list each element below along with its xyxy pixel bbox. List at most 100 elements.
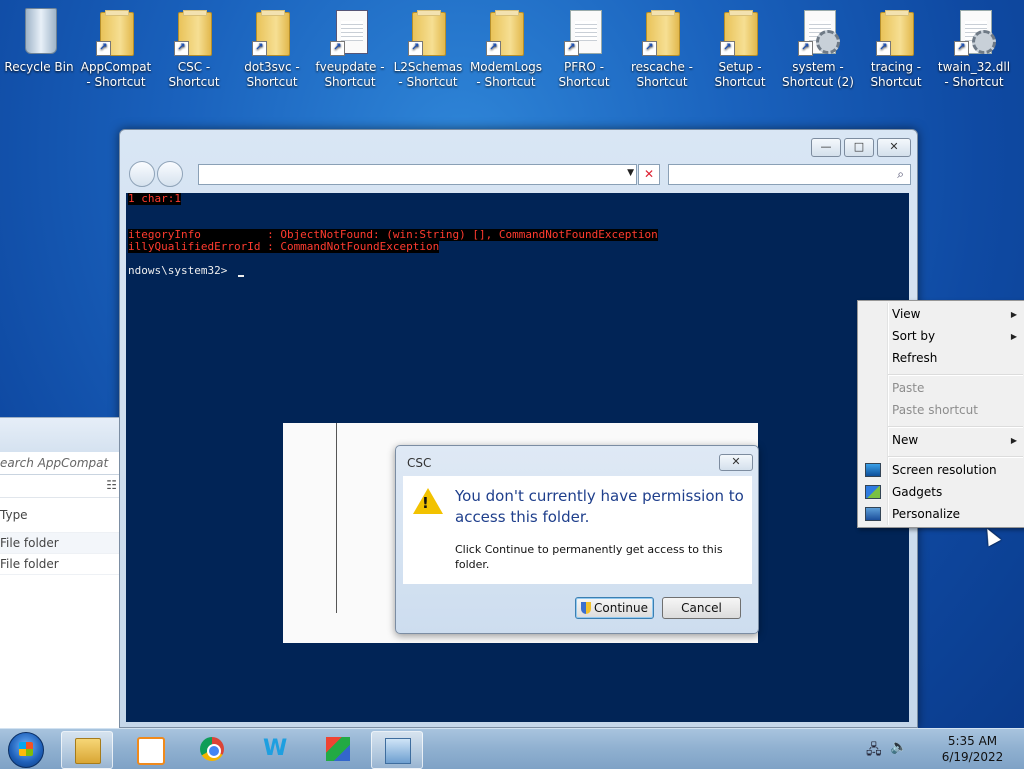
- volume-icon[interactable]: 🔈: [890, 739, 907, 755]
- dialog-title: CSC: [407, 456, 432, 470]
- ghost-edge: [336, 423, 337, 613]
- view-toolbar: ☷: [0, 475, 119, 498]
- close-button[interactable]: ✕: [877, 138, 911, 157]
- uac-shield-icon: [581, 602, 592, 614]
- system-tray: 🖧 🔈: [862, 739, 912, 759]
- desktop-icon[interactable]: ↗ CSC - Shortcut: [157, 6, 231, 90]
- desktop-icon-label: Setup - Shortcut: [714, 60, 766, 89]
- taskbar-chrome[interactable]: [187, 731, 237, 767]
- mouse-pointer-icon: [981, 525, 1001, 547]
- list-item[interactable]: File folder: [0, 554, 119, 575]
- folder-shortcut-icon: ↗: [484, 6, 528, 58]
- folder-icon: [75, 738, 101, 764]
- search-box[interactable]: ⌕: [668, 164, 911, 185]
- back-button[interactable]: [129, 161, 155, 187]
- menu-separator: [888, 374, 1023, 376]
- search-input[interactable]: earch AppCompat: [0, 452, 119, 475]
- desktop-icon-label: L2Schemas - Shortcut: [393, 60, 463, 89]
- menu-separator: [888, 456, 1023, 458]
- menu-item-paste-shortcut[interactable]: Paste shortcut: [892, 403, 978, 417]
- desktop-context-menu[interactable]: View ▶ Sort by ▶ Refresh Paste Paste sho…: [857, 300, 1024, 528]
- search-icon[interactable]: ⌕: [897, 167, 904, 182]
- start-button[interactable]: [8, 732, 44, 768]
- explorer-window-fragment[interactable]: earch AppCompat ☷ Type File folder File …: [0, 417, 119, 730]
- dropdown-arrow-icon[interactable]: ▼: [627, 168, 634, 178]
- dialog-close-button[interactable]: ✕: [719, 454, 753, 471]
- taskbar-media-player[interactable]: [124, 731, 174, 767]
- menu-item-gadgets[interactable]: Gadgets: [892, 485, 942, 499]
- desktop-icon-label: twain_32.dll - Shortcut: [937, 60, 1011, 89]
- console-line: illyQualifiedErrorId : CommandNotFoundEx…: [128, 240, 440, 253]
- minimize-button[interactable]: —: [811, 138, 841, 157]
- clock[interactable]: 5:35 AM 6/19/2022: [930, 733, 1015, 765]
- screen-resolution-icon: [865, 463, 881, 477]
- address-bar[interactable]: ▼: [198, 164, 637, 185]
- folder-shortcut-icon: ↗: [640, 6, 684, 58]
- continue-button[interactable]: Continue: [575, 597, 654, 619]
- folder-shortcut-icon: ↗: [718, 6, 762, 58]
- recycle-bin-icon: [17, 6, 61, 58]
- menu-item-screen-resolution[interactable]: Screen resolution: [892, 463, 997, 477]
- permission-dialog[interactable]: CSC ✕ ! You don't currently have permiss…: [395, 445, 759, 634]
- desktop-icon[interactable]: ↗ Setup - Shortcut: [703, 6, 777, 90]
- desktop-icon-label: tracing - Shortcut: [870, 60, 922, 89]
- text-cursor: [237, 275, 244, 277]
- prompt-text: ndows\system32>: [128, 264, 234, 277]
- stop-icon[interactable]: ✕: [638, 164, 660, 185]
- dialog-heading: You don't currently have permission to a…: [455, 487, 744, 526]
- desktop-icon[interactable]: ↗ system - Shortcut (2): [781, 6, 855, 90]
- menu-item-new[interactable]: New: [892, 433, 918, 447]
- desktop-icon-label: rescache - Shortcut: [631, 60, 693, 89]
- view-options-icon[interactable]: ☷: [106, 478, 117, 492]
- desktop-icon[interactable]: ↗ twain_32.dll - Shortcut: [937, 6, 1011, 90]
- personalize-icon: [865, 507, 881, 521]
- console-prompt[interactable]: ndows\system32>: [128, 265, 244, 277]
- windows-logo-icon: [19, 742, 33, 756]
- desktop-icon-label: ModemLogs - Shortcut: [469, 60, 543, 89]
- desktop-icon[interactable]: ↗ dot3svc - Shortcut: [235, 6, 309, 90]
- submenu-arrow-icon: ▶: [1010, 332, 1017, 341]
- maximize-button[interactable]: □: [844, 138, 874, 157]
- forward-button[interactable]: [157, 161, 183, 187]
- desktop-icon[interactable]: Recycle Bin: [2, 6, 76, 75]
- desktop-icon[interactable]: ↗ rescache - Shortcut: [625, 6, 699, 90]
- taskbar-explorer[interactable]: [61, 731, 113, 769]
- folder-shortcut-icon: ↗: [94, 6, 138, 58]
- console-line: 1 char:1: [128, 193, 181, 205]
- continue-label: Continue: [594, 601, 648, 615]
- text-file-shortcut-icon: ↗: [562, 6, 606, 58]
- menu-item-refresh[interactable]: Refresh: [892, 351, 937, 365]
- app-window-shortcut-icon: ↗: [328, 6, 372, 58]
- menu-item-paste[interactable]: Paste: [892, 381, 924, 395]
- menu-separator: [888, 426, 1023, 428]
- menu-gutter: [887, 303, 889, 525]
- folder-shortcut-icon: ↗: [250, 6, 294, 58]
- clock-time: 5:35 AM: [947, 734, 998, 748]
- folder-shortcut-icon: ↗: [874, 6, 918, 58]
- taskbar: W 🖧 🔈 5:35 AM 6/19/2022: [0, 728, 1024, 769]
- taskbar-remote-desktop[interactable]: [371, 731, 423, 769]
- desktop-icon[interactable]: ↗ AppCompat - Shortcut: [79, 6, 153, 90]
- desktop-icon[interactable]: ↗ PFRO - Shortcut: [547, 6, 621, 90]
- desktop-icon[interactable]: ↗ fveupdate - Shortcut: [313, 6, 387, 90]
- menu-item-personalize[interactable]: Personalize: [892, 507, 960, 521]
- taskbar-app-3d-blocks[interactable]: [313, 731, 363, 767]
- list-item[interactable]: File folder: [0, 533, 119, 554]
- column-header-type[interactable]: Type: [0, 498, 119, 533]
- w-letter-icon: W: [263, 736, 288, 761]
- media-player-icon: [137, 737, 165, 765]
- blocks-icon: [326, 737, 350, 761]
- desktop-icon[interactable]: ↗ L2Schemas - Shortcut: [391, 6, 465, 90]
- dll-shortcut-icon: ↗: [952, 6, 996, 58]
- desktop-icon[interactable]: ↗ tracing - Shortcut: [859, 6, 933, 90]
- desktop-icon-label: Recycle Bin: [4, 60, 74, 74]
- network-icon[interactable]: 🖧: [866, 739, 882, 763]
- menu-item-view[interactable]: View: [892, 307, 920, 321]
- desktop-icon-label: PFRO - Shortcut: [558, 60, 610, 89]
- monitor-icon: [385, 738, 411, 764]
- desktop-icon[interactable]: ↗ ModemLogs - Shortcut: [469, 6, 543, 90]
- taskbar-wps-writer[interactable]: W: [250, 731, 300, 767]
- desktop-icon-label: CSC - Shortcut: [168, 60, 220, 89]
- menu-item-sort-by[interactable]: Sort by: [892, 329, 935, 343]
- cancel-button[interactable]: Cancel: [662, 597, 741, 619]
